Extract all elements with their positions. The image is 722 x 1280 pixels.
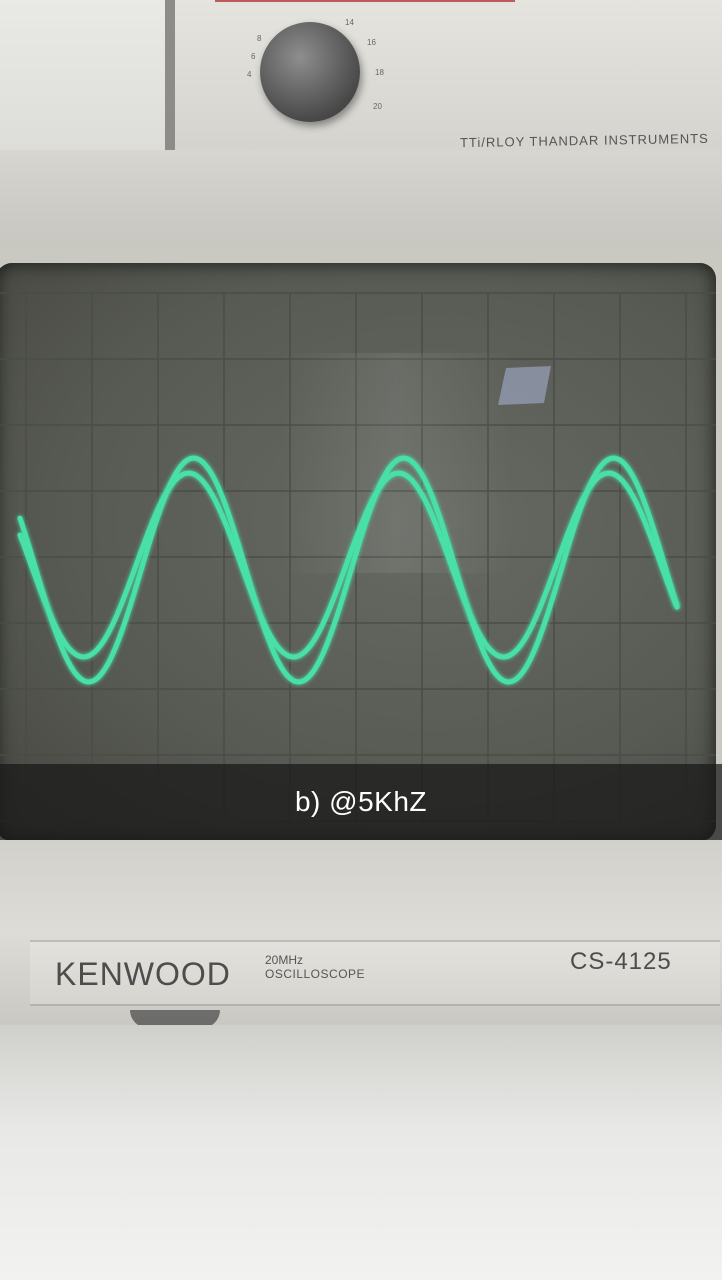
caption-bar: b) @5KhZ (0, 764, 722, 840)
oscilloscope-screen (0, 263, 716, 841)
screen-reflection (498, 366, 551, 405)
model-number: CS-4125 (570, 948, 672, 975)
function-generator: 4 6 8 14 16 18 20 TTi/RLOY THANDAR INSTR… (165, 0, 722, 155)
dial-tick: 4 (247, 70, 252, 79)
dial-tick: 20 (373, 102, 382, 111)
frequency-dial-knob (260, 22, 360, 122)
dial-tick: 14 (345, 18, 354, 27)
scope-display (0, 292, 716, 823)
dial-tick: 18 (375, 68, 384, 77)
generator-strip (215, 0, 515, 2)
oscilloscope-top-housing (0, 150, 722, 260)
dial-tick: 16 (367, 38, 376, 47)
photo-scene: 4 6 8 14 16 18 20 TTi/RLOY THANDAR INSTR… (0, 0, 722, 1280)
table-surface (0, 1025, 722, 1280)
bandwidth-label: 20MHz (265, 953, 304, 967)
generator-brand: TTi/RLOY THANDAR INSTRUMENTS (459, 130, 709, 151)
oscilloscope-front-panel: KENWOOD 20MHz OSCILLOSCOPE CS-4125 (30, 940, 720, 1006)
device-type-label: OSCILLOSCOPE (265, 967, 366, 981)
dial-tick: 8 (257, 34, 262, 43)
caption-text: b) @5KhZ (294, 786, 428, 817)
dial-tick: 6 (251, 52, 256, 61)
brand-logo-text: KENWOOD (55, 956, 231, 992)
